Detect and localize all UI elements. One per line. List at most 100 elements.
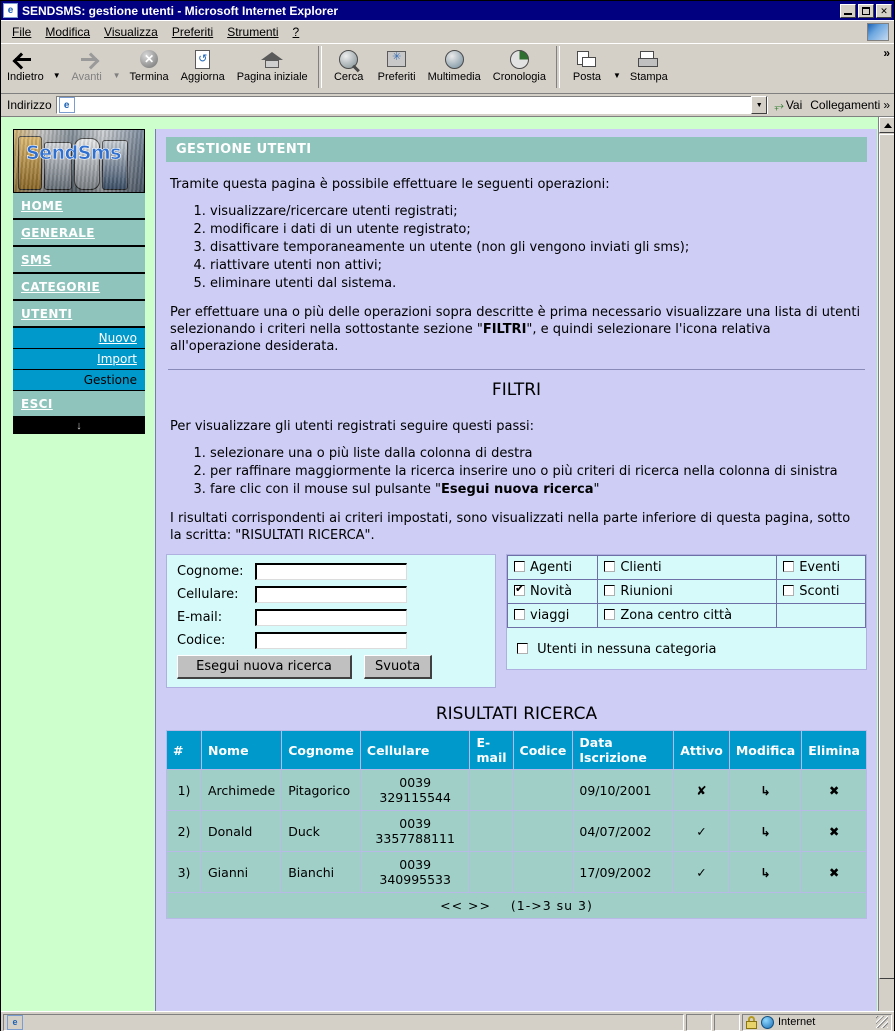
edit-user-icon[interactable]: ↳	[728, 851, 803, 893]
minimize-button[interactable]	[840, 3, 856, 18]
checkbox-riunioni[interactable]	[604, 585, 616, 596]
links-button[interactable]: Collegamenti »	[808, 98, 892, 112]
cell-codice	[512, 769, 574, 811]
go-button[interactable]: ⥅ Vai	[768, 98, 808, 113]
category-cell-viaggi[interactable]: viaggi	[506, 603, 599, 628]
sendsms-logo: SendSms	[13, 129, 145, 193]
toolbar-history-button[interactable]: Cronologia	[487, 46, 552, 83]
menu-item-file[interactable]: File	[5, 23, 38, 41]
edit-user-icon[interactable]: ↳	[728, 810, 803, 852]
sidebar-item-sms[interactable]: SMS	[13, 247, 145, 274]
checkbox-zona-centro[interactable]	[604, 609, 616, 620]
category-cell-riunioni[interactable]: Riunioni	[597, 579, 778, 604]
refresh-icon: ↺	[195, 47, 211, 71]
toolbar-overflow-icon[interactable]: »	[883, 46, 890, 60]
security-zone-cell[interactable]: Internet	[742, 1013, 892, 1031]
status-message-cell: e	[3, 1013, 684, 1031]
pager-next-link[interactable]: >>	[468, 898, 491, 913]
checkbox-novita[interactable]	[514, 583, 525, 596]
resize-grip[interactable]	[876, 1016, 888, 1028]
edit-user-icon[interactable]: ↳	[728, 769, 803, 811]
menu-item-visualizza[interactable]: Visualizza	[97, 23, 165, 41]
category-cell-agenti[interactable]: Agenti	[506, 555, 599, 580]
checkbox-no-category[interactable]	[517, 643, 528, 654]
sidebar-item-categorie[interactable]: CATEGORIE	[13, 274, 145, 301]
category-cell-sconti[interactable]: Sconti	[776, 579, 866, 604]
toolbar-search-button[interactable]: Cerca	[326, 46, 372, 83]
sidebar-item-home[interactable]: HOME	[13, 193, 145, 220]
category-cell-novita[interactable]: Novità	[506, 579, 599, 604]
media-icon	[444, 47, 464, 71]
filter-step-item: fare clic con il mouse sul pulsante "Ese…	[210, 481, 863, 498]
toggle-active-icon[interactable]: ✓	[673, 810, 730, 852]
sidebar-item-esci[interactable]: ESCI	[13, 391, 145, 418]
toggle-active-icon[interactable]: ✓	[673, 851, 730, 893]
col-header-cellulare: Cellulare	[359, 730, 471, 770]
menu-item-preferiti-label: Preferiti	[171, 24, 214, 39]
toolbar-back-label: Indietro	[7, 71, 44, 83]
address-input[interactable]	[76, 97, 752, 113]
operation-item: disattivare temporaneamente un utente (n…	[210, 239, 863, 256]
mail-dropdown-icon[interactable]: ▼	[610, 71, 624, 80]
toolbar-back-button[interactable]: Indietro	[1, 46, 50, 83]
toggle-active-icon[interactable]: ✘	[673, 769, 730, 811]
no-category-row[interactable]: Utenti in nessuna categoria	[507, 628, 866, 669]
toolbar-forward-label: Avanti	[71, 71, 102, 83]
cognome-input[interactable]	[255, 563, 407, 580]
toolbar-media-button[interactable]: Multimedia	[422, 46, 487, 83]
scrollbar-thumb[interactable]	[879, 134, 894, 979]
sidebar-subitem-gestione[interactable]: Gestione	[13, 370, 145, 391]
category-cell-eventi[interactable]: Eventi	[776, 555, 866, 580]
toolbar-print-button[interactable]: Stampa	[624, 46, 674, 83]
checkbox-viaggi[interactable]	[514, 609, 525, 620]
delete-user-icon[interactable]: ✖	[801, 769, 867, 811]
col-header-codice: Codice	[512, 730, 574, 770]
address-field-wrap[interactable]: e ▼	[55, 96, 769, 114]
label-email: E-mail:	[177, 610, 223, 625]
address-dropdown-icon[interactable]: ▼	[751, 96, 768, 114]
maximize-button[interactable]	[858, 3, 874, 18]
scroll-up-button[interactable]	[879, 117, 894, 133]
checkbox-clienti[interactable]	[604, 561, 616, 572]
delete-user-icon[interactable]: ✖	[801, 851, 867, 893]
divider	[168, 369, 865, 370]
menu-item-strumenti[interactable]: Strumenti	[220, 23, 285, 41]
filter-step-3-bold: Esegui nuova ricerca	[441, 482, 594, 497]
email-input[interactable]	[255, 609, 407, 626]
sidebar-subitem-nuovo[interactable]: Nuovo	[13, 328, 145, 349]
sidebar-subitem-import[interactable]: Import	[13, 349, 145, 370]
close-button[interactable]: ✕	[876, 3, 892, 18]
operation-item: modificare i dati di un utente registrat…	[210, 221, 863, 238]
sidebar-item-utenti[interactable]: UTENTI	[13, 301, 145, 328]
forward-arrow-icon	[77, 47, 97, 71]
toolbar-forward-button[interactable]: Avanti	[64, 46, 110, 83]
category-cell-zona-centro[interactable]: Zona centro città	[597, 603, 778, 628]
toolbar-history-label: Cronologia	[492, 71, 546, 83]
toolbar-refresh-button[interactable]: ↺ Aggiorna	[175, 46, 231, 83]
toolbar-mail-button[interactable]: Posta	[564, 46, 610, 83]
back-dropdown-icon[interactable]: ▼	[50, 71, 64, 80]
cell-num: 3)	[166, 851, 202, 893]
toolbar-favorites-button[interactable]: Preferiti	[372, 46, 422, 83]
cellulare-input[interactable]	[255, 586, 407, 603]
menu-item-help[interactable]: ?	[286, 23, 307, 41]
sidebar-scroll-down-icon[interactable]: ↓	[13, 418, 145, 434]
pager-prev-link[interactable]: <<	[440, 898, 463, 913]
codice-input[interactable]	[255, 632, 407, 649]
toolbar-home-button[interactable]: Pagina iniziale	[231, 46, 314, 83]
status-bar: e Internet	[1, 1011, 894, 1031]
delete-user-icon[interactable]: ✖	[801, 810, 867, 852]
forward-dropdown-icon[interactable]: ▼	[110, 71, 124, 80]
menu-item-modifica[interactable]: Modifica	[38, 23, 97, 41]
sidebar-item-generale[interactable]: GENERALE	[13, 220, 145, 247]
checkbox-eventi[interactable]	[783, 561, 795, 572]
intro-text: Tramite questa pagina è possibile effett…	[170, 177, 610, 192]
vertical-scrollbar[interactable]	[878, 117, 894, 1011]
menu-item-preferiti[interactable]: Preferiti	[165, 23, 220, 41]
clear-form-button[interactable]: Svuota	[364, 655, 433, 679]
category-cell-clienti[interactable]: Clienti	[597, 555, 778, 580]
checkbox-agenti[interactable]	[514, 561, 525, 572]
toolbar-stop-button[interactable]: ✕ Termina	[124, 46, 175, 83]
submit-search-button[interactable]: Esegui nuova ricerca	[177, 655, 352, 679]
checkbox-sconti[interactable]	[783, 585, 795, 596]
